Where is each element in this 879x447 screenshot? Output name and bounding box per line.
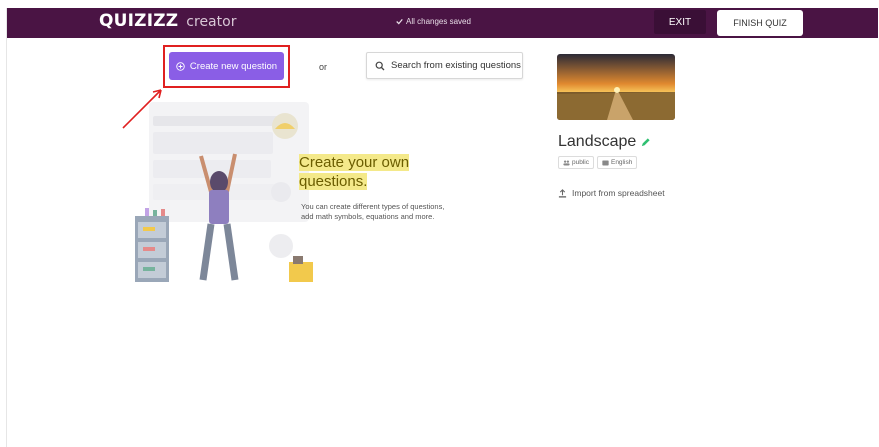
quiz-badges: public English [558,156,638,169]
search-existing-questions-button[interactable]: Search from existing questions [366,52,523,79]
finish-quiz-button[interactable]: FINISH QUIZ [717,10,803,36]
heading-line-1: Create your own [299,153,410,172]
exit-button[interactable]: EXIT [654,10,706,34]
pencil-edit-icon[interactable] [640,137,651,148]
quiz-cover-image[interactable] [557,54,675,120]
quizizz-creator-window: QUIZIZZ creator All changes saved EXIT F… [6,8,878,447]
import-from-spreadsheet-link[interactable]: Import from spreadsheet [558,188,665,198]
language-badge[interactable]: English [596,156,638,169]
checkmark-icon [396,18,403,25]
empty-state-description: You can create different types of questi… [301,202,476,222]
save-status: All changes saved [396,17,471,26]
visibility-badge[interactable]: public [558,156,594,169]
plus-circle-icon [176,61,185,71]
creator-label: creator [186,14,237,30]
quizizz-logo[interactable]: QUIZIZZ [99,11,178,31]
search-existing-label: Search from existing questions [391,60,521,71]
description-line-2: add math symbols, equations and more. [301,212,435,221]
search-icon [375,61,385,70]
language-icon [602,160,609,165]
brand: QUIZIZZ creator [99,11,236,31]
upload-icon [558,188,567,198]
save-status-text: All changes saved [406,17,471,26]
empty-state-illustration [135,102,313,282]
heading-line-2-text: questions. [299,173,368,190]
quiz-title-text: Landscape [558,133,637,150]
create-new-question-button[interactable]: Create new question [169,52,284,80]
heading-line-1-text: Create your own [299,154,410,171]
visibility-label: public [572,159,589,166]
top-bar: QUIZIZZ creator All changes saved EXIT F… [7,8,878,38]
import-label: Import from spreadsheet [572,188,665,198]
quiz-title: Landscape [558,133,651,151]
empty-state-heading: Create your own questions. [299,153,410,191]
language-label: English [610,159,633,166]
create-new-question-label: Create new question [189,60,278,72]
or-separator: or [319,62,328,72]
description-line-1: You can create different types of questi… [301,202,445,211]
heading-line-2: questions. [299,172,409,191]
users-icon [563,159,570,165]
